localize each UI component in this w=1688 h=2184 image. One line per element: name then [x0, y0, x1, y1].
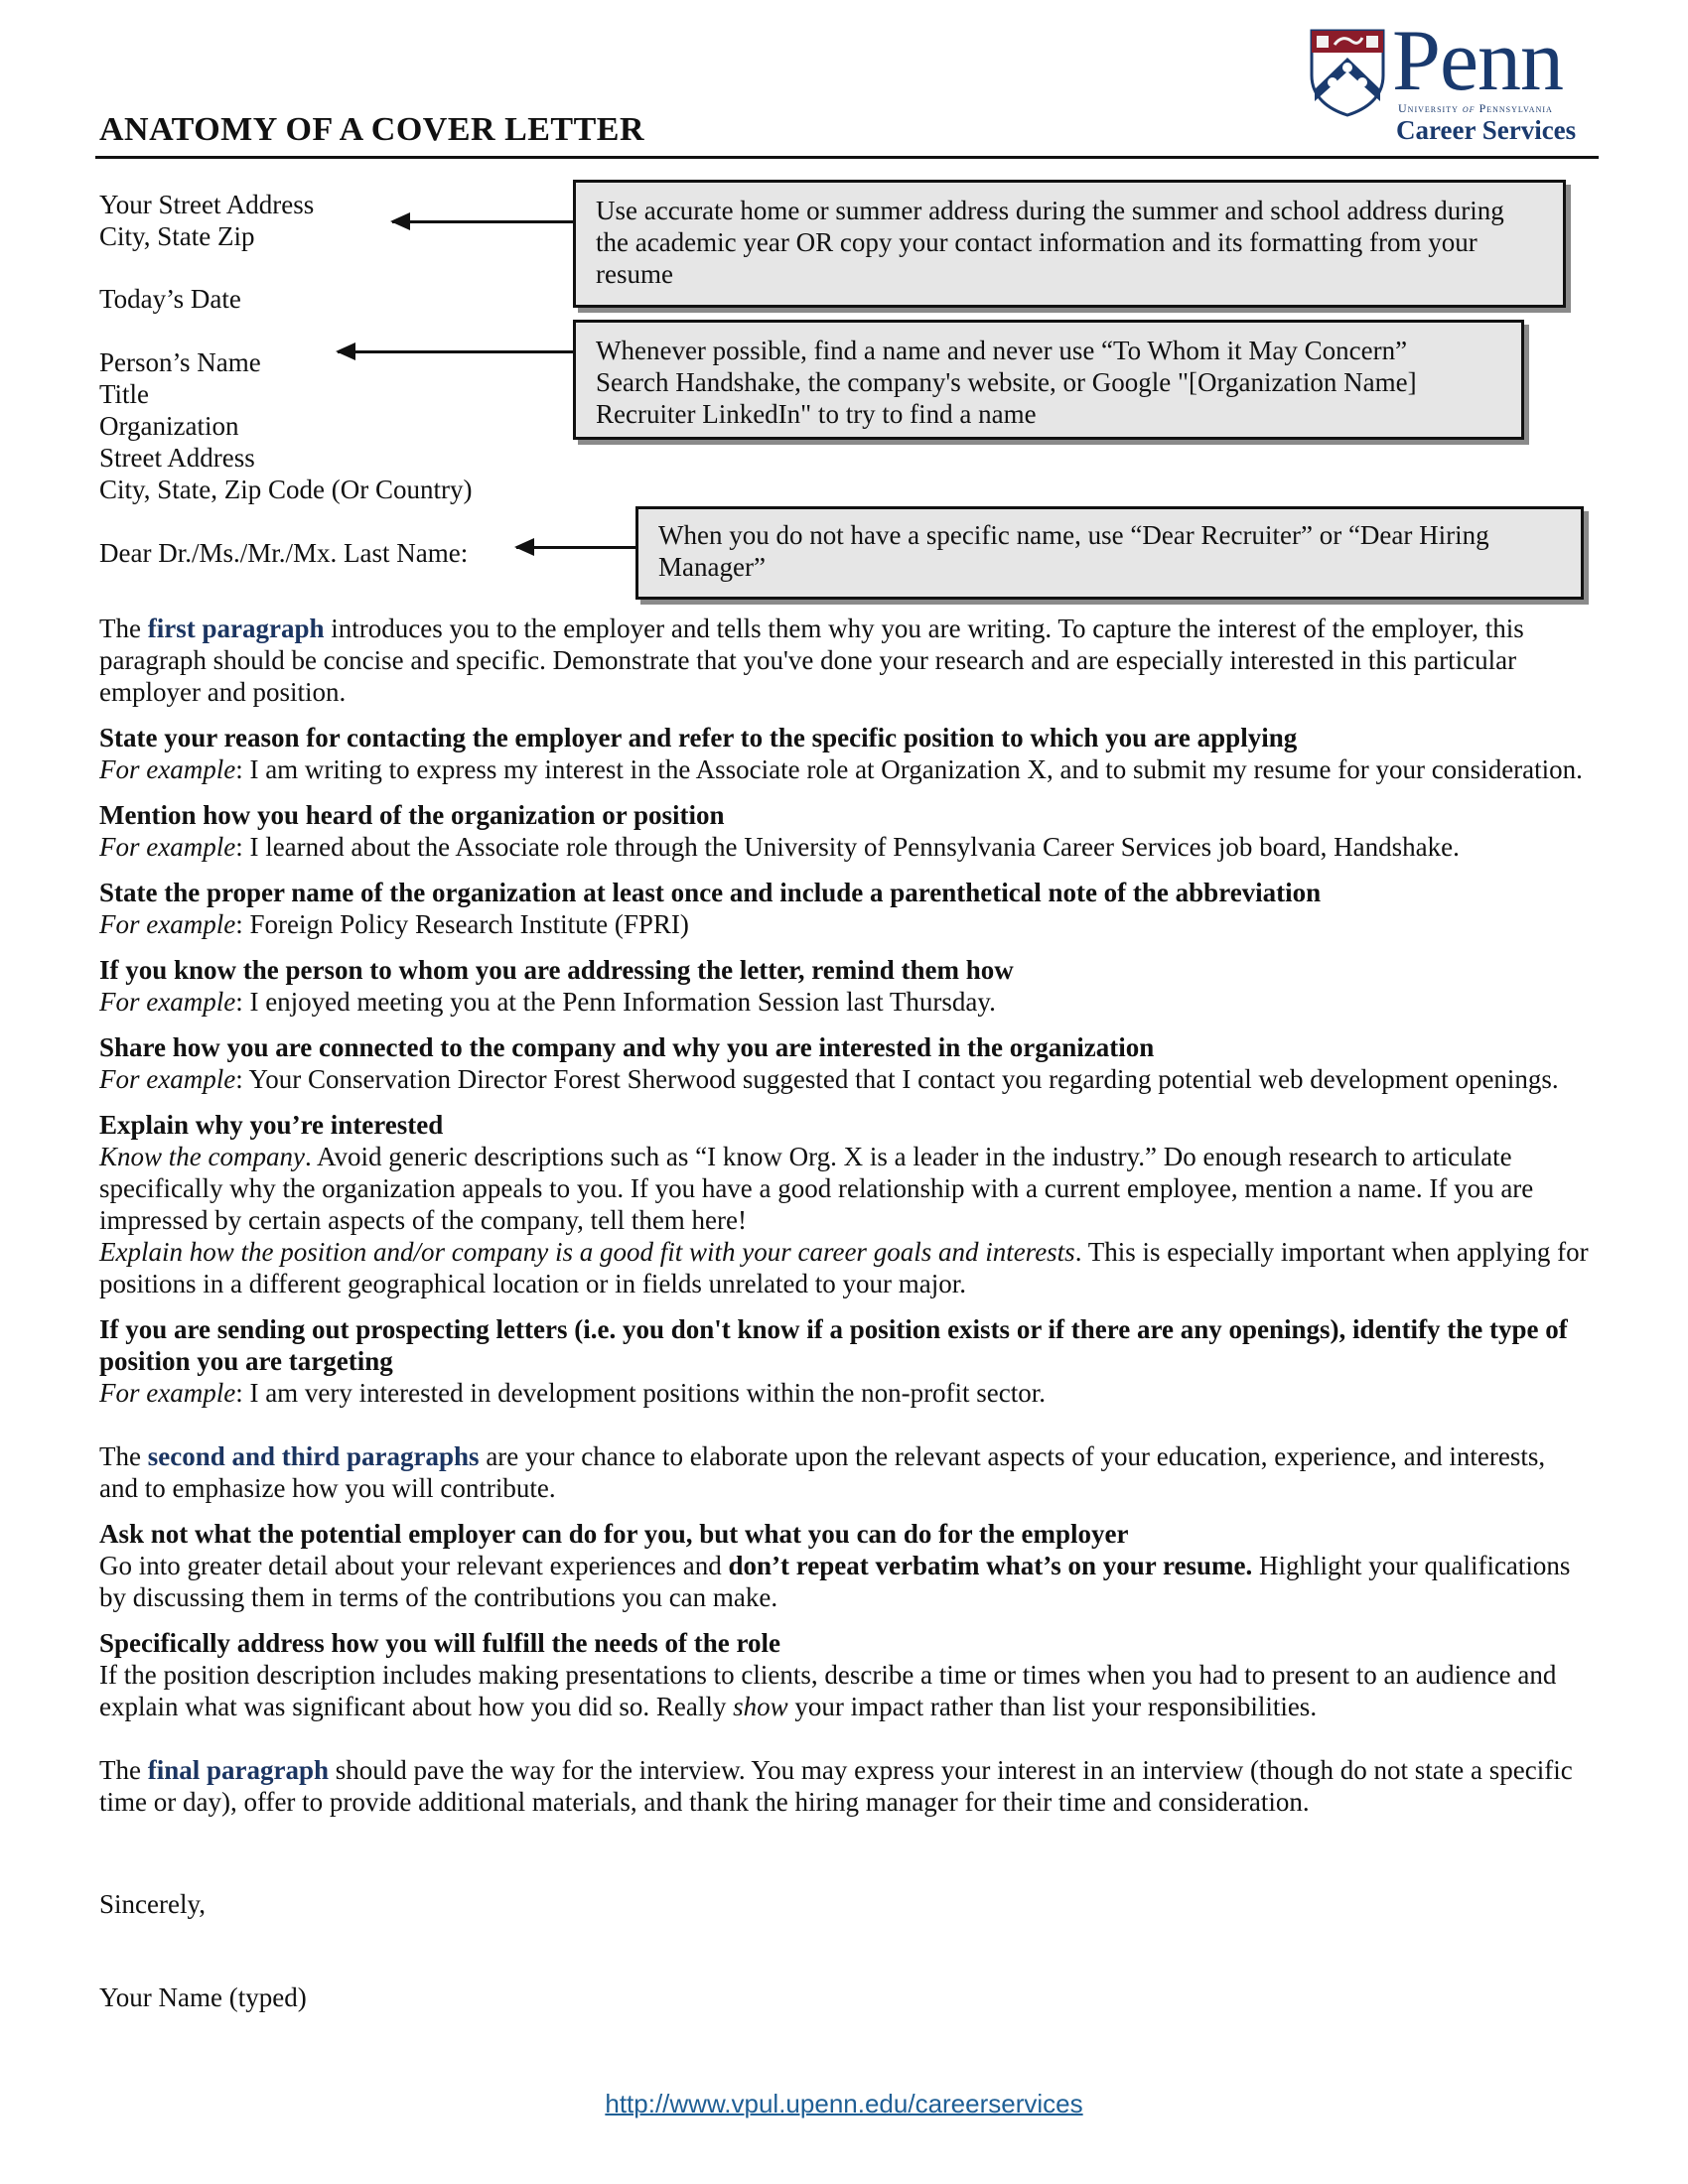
callout-salutation-tip: When you do not have a specific name, us… [635, 506, 1584, 600]
tip-item: Share how you are connected to the compa… [99, 1032, 1559, 1094]
tip-item: State your reason for contacting the emp… [99, 723, 1583, 784]
tip-explain-interest: Explain why you’re interested Know the c… [99, 1110, 1589, 1298]
callout-address-tip: Use accurate home or summer address duri… [573, 180, 1566, 308]
tip-item: State the proper name of the organizatio… [99, 878, 1322, 939]
middle-paragraphs-guide: The second and third paragraphs are your… [99, 1441, 1546, 1503]
penn-wordmark: Penn [1392, 13, 1564, 109]
recipient-city-line: City, State, Zip Code (Or Country) [99, 475, 473, 504]
tip-fulfill-role: Specifically address how you will fulfil… [99, 1628, 1557, 1721]
sender-city-state-zip: City, State Zip [99, 221, 255, 251]
sender-street: Your Street Address [99, 190, 315, 219]
title-divider [95, 156, 1599, 159]
recipient-title: Title [99, 379, 150, 409]
university-name: University of Pennsylvania [1398, 101, 1553, 115]
letter-body: The first paragraph introduces you to th… [99, 613, 1589, 1832]
callout-recipient-tip: Whenever possible, find a name and never… [573, 320, 1524, 440]
recipient-street: Street Address [99, 443, 255, 473]
tip-item: Mention how you heard of the organizatio… [99, 800, 1460, 862]
tip-ask-not: Ask not what the potential employer can … [99, 1519, 1571, 1612]
signature: Your Name (typed) [99, 1982, 307, 2012]
arrow-left-icon [514, 538, 635, 556]
department-name: Career Services [1396, 115, 1577, 145]
arrow-left-icon [336, 342, 573, 360]
salutation: Dear Dr./Ms./Mr./Mx. Last Name: [99, 538, 469, 568]
highlight-middle-paragraphs: second and third paragraphs [147, 1441, 480, 1471]
highlight-final-paragraph: final paragraph [147, 1755, 330, 1785]
final-paragraph-guide: The final paragraph should pave the way … [99, 1755, 1573, 1817]
highlight-first-paragraph: first paragraph [147, 614, 325, 643]
penn-career-services-logo: Penn University of Pennsylvania Career S… [1309, 18, 1607, 145]
recipient-name: Person’s Name [99, 347, 261, 377]
recipient-organization: Organization [99, 411, 239, 441]
career-services-link[interactable]: http://www.vpul.upenn.edu/careerservices [0, 2089, 1688, 2119]
tip-item: If you know the person to whom you are a… [99, 955, 1014, 1017]
page-title: ANATOMY OF A COVER LETTER [99, 111, 645, 148]
closing: Sincerely, [99, 1889, 206, 1919]
arrow-left-icon [390, 212, 573, 230]
tip-prospecting: If you are sending out prospecting lette… [99, 1314, 1568, 1408]
penn-shield-icon [1310, 29, 1385, 117]
first-paragraph-guide: The first paragraph introduces you to th… [99, 614, 1524, 707]
letter-date: Today’s Date [99, 284, 241, 314]
